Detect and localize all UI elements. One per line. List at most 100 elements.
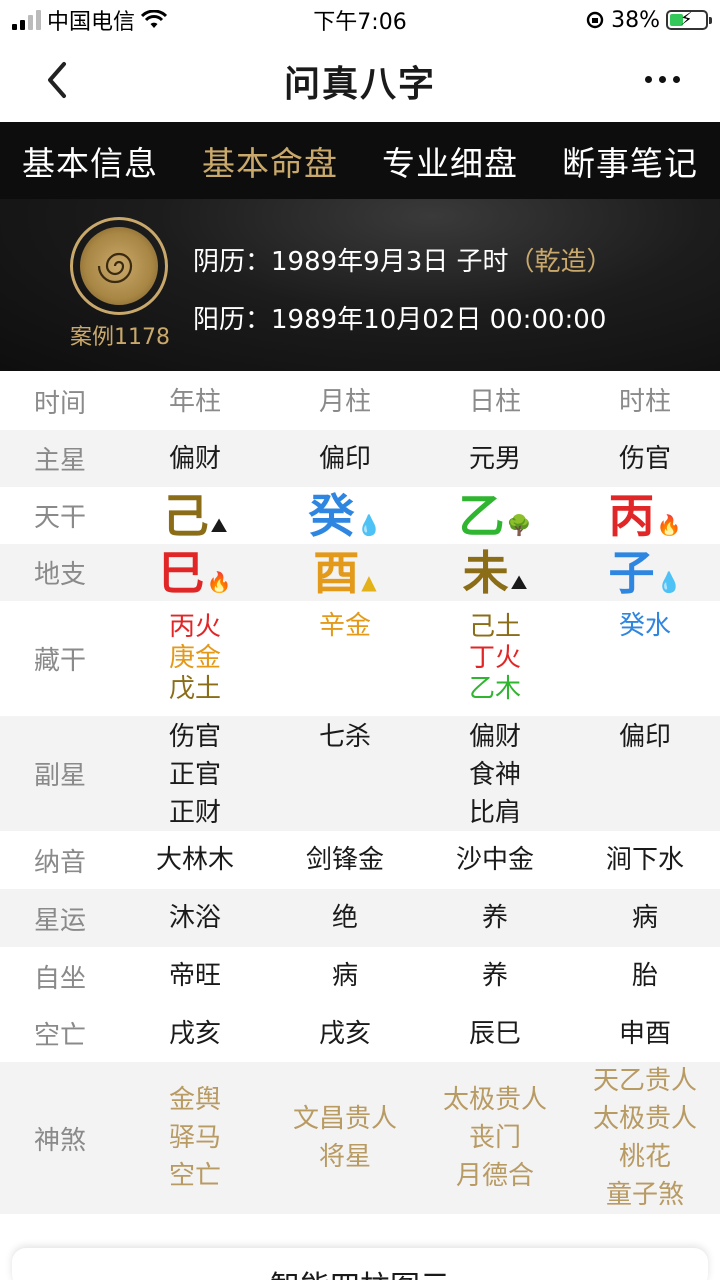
branch-char[interactable]: 酉: [313, 545, 359, 601]
bazi-table: 时间 年柱 月柱 日柱 时柱 主星 偏财 偏印 元男 伤官 天干 己 ⛰ 癸 💧 乙…: [0, 373, 720, 1214]
sub-star: 偏财: [468, 722, 521, 752]
shensha-item[interactable]: 空亡: [120, 1157, 270, 1195]
table-cell: 文昌贵人 将星: [270, 1100, 420, 1176]
table-cell: 大林木: [155, 845, 234, 875]
shensha-item[interactable]: 文昌贵人: [270, 1100, 420, 1138]
sub-star: 偏印: [618, 722, 671, 752]
hidden-stem: 丁火: [468, 643, 521, 673]
wifi-icon: [141, 10, 168, 28]
more-icon[interactable]: [645, 76, 680, 83]
table-cell: 偏印: [318, 443, 371, 474]
hidden-stem: 庚金: [168, 643, 221, 673]
hidden-stem: 辛金: [318, 611, 371, 641]
tab-basic-chart[interactable]: 基本命盘: [202, 137, 338, 185]
hidden-stem: 戊土: [168, 674, 221, 704]
earth-icon: ⛰: [210, 512, 228, 537]
table-row: 空亡 戌亥 戌亥 辰巳 申酉: [0, 1005, 720, 1062]
shensha-item[interactable]: 丧门: [420, 1119, 570, 1157]
row-label: 自坐: [33, 963, 86, 994]
nav-bar: 问真八字: [0, 40, 720, 122]
battery-percent: 38%: [611, 7, 660, 33]
stem-char[interactable]: 癸: [309, 488, 355, 544]
table-cell: 申酉: [618, 1018, 671, 1049]
table-row: 自坐 帝旺 病 养 胎: [0, 947, 720, 1005]
rotation-lock-icon: [586, 11, 604, 29]
row-label: 副星: [33, 761, 86, 791]
table-cell: 己土 丁火 乙木: [420, 612, 570, 705]
header-cell: 时柱: [618, 386, 671, 417]
sub-star: 比肩: [468, 798, 521, 828]
profile-header: 案例1178 阴历：1989年9月3日 子时（乾造） 阳历：1989年10月02…: [0, 199, 720, 371]
row-label: 空亡: [33, 1021, 86, 1051]
table-cell: 病: [631, 903, 658, 933]
table-row: 主星 偏财 偏印 元男 伤官: [0, 430, 720, 487]
case-number: 案例1178: [70, 325, 170, 350]
shensha-item[interactable]: 天乙贵人: [570, 1062, 720, 1100]
metal-icon: ▲: [361, 569, 377, 594]
table-row: 星运 沐浴 绝 养 病: [0, 889, 720, 947]
sub-star: 正财: [168, 798, 221, 828]
card-title: 智能四柱图示: [270, 1270, 450, 1280]
lunar-date: 阴历：1989年9月3日 子时（乾造）: [193, 247, 613, 277]
tab-basic-info[interactable]: 基本信息: [22, 137, 158, 185]
sub-star: 正官: [168, 760, 221, 790]
row-label: 神煞: [33, 1125, 86, 1156]
table-row: 神煞 金舆 驿马 空亡 文昌贵人 将星 太极贵人 丧门 月德合 天乙贵人 太极贵…: [0, 1062, 720, 1214]
table-cell: 元男: [468, 443, 521, 474]
table-cell: 养: [481, 961, 508, 991]
table-cell: 偏财: [168, 443, 221, 474]
table-cell: 偏财 食神 比肩: [420, 716, 570, 832]
branch-char[interactable]: 未: [463, 545, 509, 601]
shensha-item[interactable]: 太极贵人: [420, 1081, 570, 1119]
back-icon[interactable]: [40, 60, 76, 100]
branch-char[interactable]: 巳: [159, 545, 205, 601]
hidden-stem: 己土: [468, 612, 521, 642]
sub-star: 食神: [468, 760, 521, 790]
hidden-stem: 癸水: [618, 611, 671, 641]
tab-professional-chart[interactable]: 专业细盘: [382, 137, 518, 185]
table-cell: 太极贵人 丧门 月德合: [420, 1081, 570, 1195]
row-label: 藏干: [33, 646, 86, 676]
tab-notes[interactable]: 断事笔记: [562, 137, 698, 185]
tab-bar: 基本信息 基本命盘 专业细盘 断事笔记: [0, 122, 720, 199]
shensha-item[interactable]: 金舆: [120, 1081, 270, 1119]
table-cell: 七杀: [270, 716, 420, 756]
shensha-item[interactable]: 驿马: [120, 1119, 270, 1157]
fire-icon: 🔥: [206, 569, 232, 594]
table-cell: 涧下水: [605, 845, 684, 875]
avatar[interactable]: [70, 217, 168, 315]
stem-char[interactable]: 己: [163, 488, 209, 544]
branch-char[interactable]: 子: [609, 545, 655, 601]
shensha-item[interactable]: 将星: [270, 1138, 420, 1176]
snail-icon: [97, 252, 133, 284]
row-label: 纳音: [33, 847, 86, 878]
row-label: 天干: [33, 503, 86, 533]
smart-chart-card[interactable]: 智能四柱图示: [12, 1248, 708, 1280]
shensha-item[interactable]: 桃花: [570, 1138, 720, 1176]
shensha-item[interactable]: 童子煞: [570, 1176, 720, 1214]
water-icon: 💧: [356, 512, 382, 537]
table-cell: 戌亥: [168, 1018, 221, 1049]
battery-icon: ⚡: [666, 9, 712, 30]
gender-tag: （乾造）: [508, 247, 613, 277]
header-cell: 年柱: [168, 386, 221, 417]
table-cell: 丙火 庚金 戊土: [120, 612, 270, 705]
row-label: 地支: [33, 560, 86, 590]
table-cell: 伤官: [618, 443, 671, 474]
water-icon: 💧: [656, 569, 682, 594]
table-cell: 辰巳: [468, 1018, 521, 1049]
status-bar: 中国电信 下午7:06 38% ⚡: [0, 0, 720, 40]
stem-char[interactable]: 丙: [609, 488, 655, 544]
shensha-item[interactable]: 月德合: [420, 1157, 570, 1195]
row-label: 星运: [33, 905, 86, 936]
table-header-row: 时间 年柱 月柱 日柱 时柱: [0, 373, 720, 430]
wood-icon: 🌳: [506, 512, 532, 537]
shensha-item[interactable]: 太极贵人: [570, 1100, 720, 1138]
page-title: 问真八字: [283, 64, 436, 105]
carrier-label: 中国电信: [47, 10, 136, 35]
table-cell: 绝: [331, 903, 358, 933]
table-cell: 养: [481, 903, 508, 933]
table-cell: 天乙贵人 太极贵人 桃花 童子煞: [570, 1062, 720, 1214]
stem-char[interactable]: 乙: [459, 488, 505, 544]
signal-icon: [12, 10, 41, 30]
